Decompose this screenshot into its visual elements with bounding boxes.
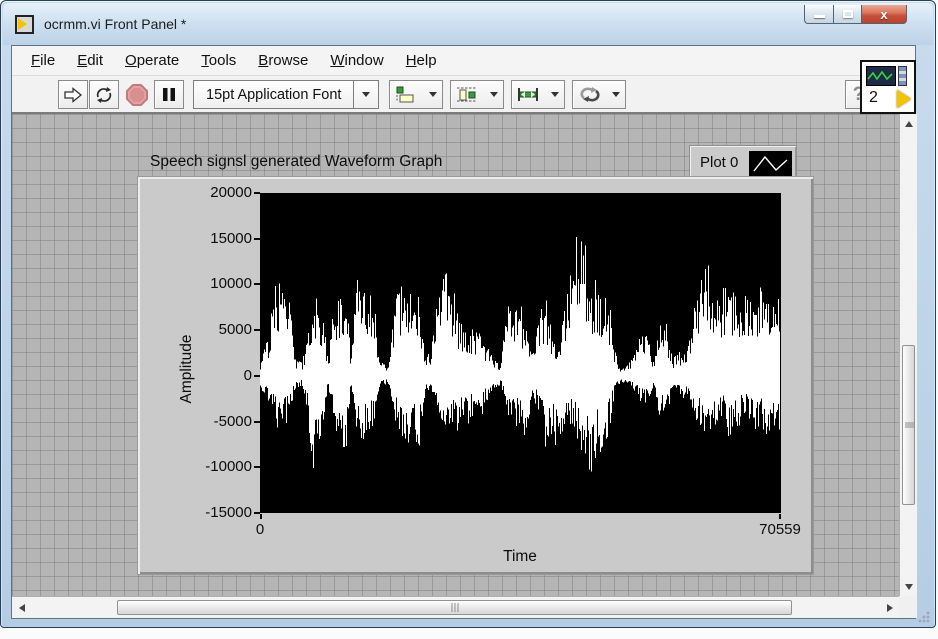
labview-vi-icon[interactable] [15, 15, 34, 34]
horizontal-scrollbar-thumb[interactable] [117, 600, 792, 615]
vi-icon-graph-thumb [866, 66, 896, 86]
run-arrow-icon [63, 87, 83, 103]
vi-icon-number: 2 [869, 89, 878, 107]
font-selector-value: 15pt Application Font [194, 81, 353, 108]
close-icon: x [880, 8, 887, 21]
vertical-scrollbar[interactable] [899, 114, 917, 596]
minimize-icon [814, 15, 825, 18]
scroll-down-button[interactable] [900, 578, 917, 595]
resize-objects-button[interactable] [511, 80, 565, 109]
menu-operate[interactable]: Operate [114, 47, 190, 74]
scroll-up-button[interactable] [900, 115, 917, 132]
font-selector[interactable]: 15pt Application Font [193, 80, 379, 109]
y-tick-label: 0 [192, 367, 252, 384]
menu-file[interactable]: File [20, 47, 66, 74]
front-panel-canvas: Speech signsl generated Waveform Graph P… [12, 114, 899, 596]
chevron-down-icon [551, 92, 559, 97]
vi-icon-side-strip [898, 66, 907, 86]
x-tick-mark [260, 514, 262, 519]
arrow-right-icon [887, 604, 893, 612]
plot-area[interactable] [260, 193, 781, 513]
y-tick-label: 15000 [192, 230, 252, 247]
reorder-button[interactable] [572, 80, 626, 109]
y-tick-label: 10000 [192, 275, 252, 292]
window-title: ocrmm.vi Front Panel * [44, 16, 186, 32]
y-tick-label: -5000 [192, 413, 252, 430]
menu-tools[interactable]: Tools [190, 47, 247, 74]
scrollbar-corner [899, 596, 917, 618]
align-objects-button[interactable] [389, 80, 443, 109]
minimize-button[interactable] [804, 5, 833, 24]
maximize-icon [843, 10, 853, 18]
close-button[interactable]: x [862, 5, 907, 24]
scroll-left-button[interactable] [13, 599, 30, 616]
scroll-right-button[interactable] [881, 599, 898, 616]
run-continuous-icon [94, 86, 114, 104]
window-client-area: File Edit Operate Tools Browse Window He… [11, 45, 916, 619]
distribute-objects-button[interactable] [450, 80, 504, 109]
menu-edit[interactable]: Edit [66, 47, 114, 74]
run-button[interactable] [58, 80, 88, 109]
y-tick-label: 20000 [192, 184, 252, 201]
abort-stop-icon [125, 83, 149, 107]
horizontal-scrollbar[interactable] [12, 596, 899, 618]
chevron-down-icon [429, 92, 437, 97]
menu-help[interactable]: Help [395, 47, 448, 74]
arrow-down-icon [905, 584, 913, 590]
menu-browse[interactable]: Browse [247, 47, 319, 74]
chevron-down-icon [362, 92, 370, 97]
y-tick-label: -15000 [192, 504, 252, 521]
abort-button [122, 80, 152, 109]
x-tick-mark [779, 514, 781, 519]
toolbar: 15pt Application Font [12, 77, 915, 114]
run-continuously-button[interactable] [89, 80, 119, 109]
menu-window[interactable]: Window [319, 47, 394, 74]
pause-icon [162, 87, 176, 102]
arrow-left-icon [19, 604, 25, 612]
thumb-gripper-icon [450, 603, 459, 612]
x-axis-label: Time [503, 548, 537, 566]
reorder-icon [578, 86, 602, 103]
plot-legend-label: Plot 0 [700, 154, 738, 171]
chevron-down-icon [612, 92, 620, 97]
resize-objects-icon [517, 86, 539, 103]
y-tick-label: -10000 [192, 458, 252, 475]
pause-button[interactable] [154, 80, 184, 109]
align-objects-icon [395, 86, 417, 103]
window-resize-grip[interactable] [918, 611, 930, 623]
chevron-down-icon [490, 92, 498, 97]
menubar: File Edit Operate Tools Browse Window He… [12, 46, 915, 76]
maximize-button[interactable] [833, 5, 862, 24]
x-tick-label: 70559 [759, 521, 801, 538]
vi-icon-pane[interactable]: 2 [860, 60, 916, 114]
distribute-objects-icon [456, 86, 478, 103]
vi-icon-arrow [897, 90, 911, 108]
arrow-up-icon [905, 121, 913, 127]
x-tick-label: 0 [256, 521, 264, 538]
vertical-scrollbar-thumb[interactable] [902, 345, 915, 505]
plot-legend-sample[interactable] [749, 151, 792, 177]
waveform-graph: Amplitude 20000150001000050000-5000-1000… [137, 176, 814, 575]
font-selector-dropdown[interactable] [353, 81, 378, 108]
titlebar[interactable]: ocrmm.vi Front Panel * x [3, 3, 933, 45]
thumb-gripper-icon [905, 422, 914, 429]
labview-front-panel-window: ocrmm.vi Front Panel * x File Edit Opera… [0, 0, 936, 628]
y-tick-label: 5000 [192, 321, 252, 338]
graph-title: Speech signsl generated Waveform Graph [150, 153, 442, 171]
